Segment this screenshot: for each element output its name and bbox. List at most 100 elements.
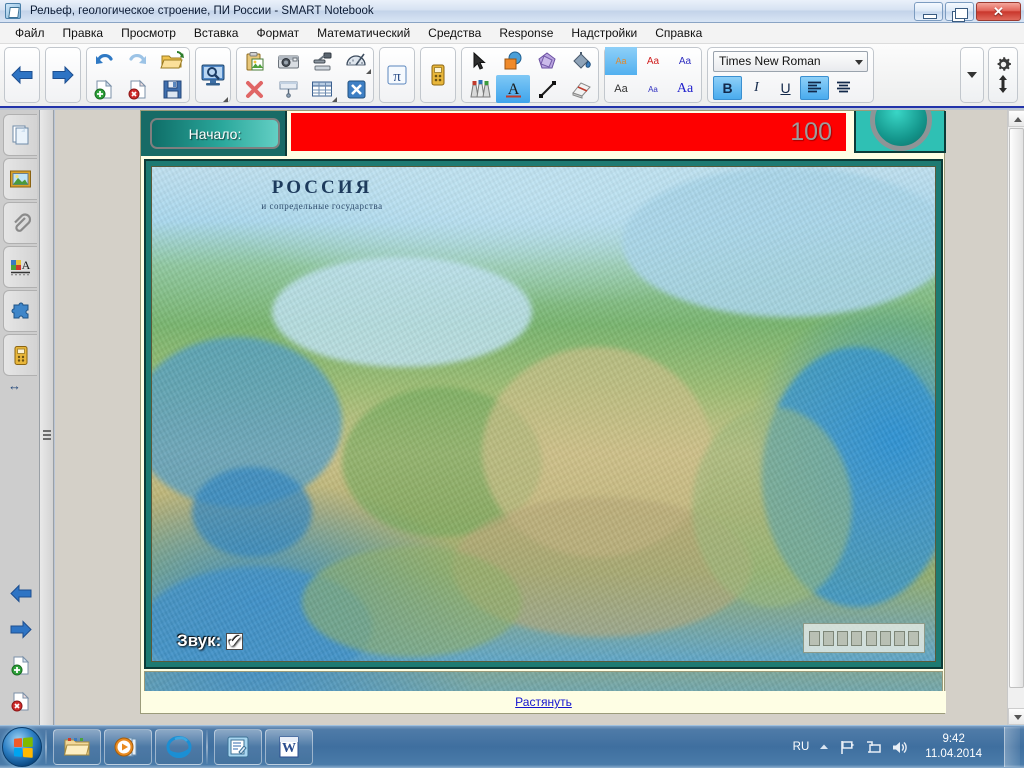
resize-horizontal-icon[interactable]: ↔ (8, 378, 21, 393)
align-center-button[interactable] (829, 76, 858, 100)
minimize-button[interactable] (914, 2, 943, 21)
media-player-icon (114, 737, 137, 757)
menu-item-insert[interactable]: Вставка (185, 24, 248, 42)
eraser-tool-button[interactable] (564, 75, 598, 103)
stretch-link[interactable]: Растянуть (515, 695, 572, 709)
open-button[interactable] (155, 47, 189, 75)
menu-item-edit[interactable]: Правка (54, 24, 113, 42)
menu-item-help[interactable]: Справка (646, 24, 711, 42)
delete-button[interactable] (237, 75, 271, 103)
align-center-icon (837, 81, 850, 93)
flag-icon[interactable] (839, 739, 856, 756)
scrollbar-thumb[interactable] (1009, 128, 1024, 688)
dropdown-caret-icon (223, 97, 228, 102)
taskbar-word-button[interactable]: W (265, 729, 313, 765)
menu-item-file[interactable]: Файл (6, 24, 54, 42)
toolbar-overflow-button[interactable] (960, 47, 984, 103)
speaker-icon[interactable] (891, 739, 908, 756)
menu-item-view[interactable]: Просмотр (112, 24, 185, 42)
menu-item-response[interactable]: Response (490, 24, 562, 42)
notebook-page[interactable]: Начало: 100 РОССИЯ и сопредельные госуда… (140, 110, 946, 714)
insert-table-button[interactable] (305, 75, 339, 103)
gear-icon[interactable] (995, 56, 1012, 73)
checkmark-icon: ✔ (227, 631, 242, 651)
taskbar-media-player-button[interactable] (104, 729, 152, 765)
taskbar-smart-notebook-button[interactable] (214, 729, 262, 765)
style-swatch-4[interactable]: Aa (605, 75, 637, 103)
document-camera-button[interactable] (305, 47, 339, 75)
delete-page-button[interactable] (121, 75, 155, 103)
line-tool-button[interactable] (530, 75, 564, 103)
word-icon: W (279, 736, 299, 758)
full-screen-button[interactable] (339, 75, 373, 103)
menu-item-math[interactable]: Математический (308, 24, 419, 42)
sidebar-tab-properties[interactable]: A (3, 246, 37, 288)
align-left-button[interactable] (800, 75, 829, 100)
window-title: Рельеф, геологическое строение, ПИ Росси… (30, 5, 374, 17)
map-image[interactable]: РОССИЯ и сопредельные государства Звук: … (151, 166, 936, 662)
network-icon[interactable] (865, 739, 882, 756)
italic-button[interactable]: I (742, 76, 771, 100)
select-tool-button[interactable] (462, 47, 496, 75)
screen-shade-button[interactable] (196, 47, 230, 103)
pens-tool-button[interactable] (462, 75, 496, 103)
save-button[interactable] (155, 75, 189, 103)
style-swatch-6[interactable]: Aa (669, 75, 701, 103)
sidebar-tab-addons[interactable] (3, 290, 37, 332)
sound-checkbox[interactable]: ✔ (226, 631, 244, 651)
canvas-vertical-scrollbar[interactable] (1007, 110, 1024, 725)
undo-button[interactable] (87, 47, 121, 75)
scroll-up-button[interactable] (1008, 110, 1024, 127)
menu-item-format[interactable]: Формат (247, 24, 308, 42)
taskbar-explorer-button[interactable] (53, 729, 101, 765)
move-vertical-icon[interactable] (996, 74, 1010, 94)
response-button[interactable] (421, 47, 455, 103)
line-icon (538, 80, 556, 98)
sidebar-tab-attachments[interactable] (3, 202, 37, 244)
chevron-up-icon[interactable] (818, 741, 830, 753)
show-desktop-button[interactable] (1004, 727, 1020, 767)
sidebar-splitter[interactable] (40, 110, 54, 725)
sidebar-tab-response[interactable] (3, 334, 37, 376)
timer-knob[interactable] (870, 110, 932, 151)
taskbar-internet-explorer-button[interactable] (155, 729, 203, 765)
screen-capture-button[interactable] (271, 47, 305, 75)
font-format-row: B I U (713, 75, 868, 100)
language-indicator[interactable]: RU (793, 741, 810, 753)
sidebar-add-page-button[interactable] (4, 647, 38, 683)
polygon-tool-button[interactable] (530, 47, 564, 75)
measurement-tools-button[interactable] (339, 47, 373, 75)
font-family-select[interactable]: Times New Roman (713, 50, 868, 72)
previous-page-button[interactable] (5, 47, 39, 103)
math-tools-button[interactable]: π (380, 47, 414, 103)
fill-tool-button[interactable] (564, 47, 598, 75)
scroll-down-button[interactable] (1008, 708, 1024, 725)
underline-button[interactable]: U (771, 76, 800, 100)
close-button[interactable]: ✕ (976, 2, 1021, 21)
close-icon: ✕ (993, 4, 1004, 19)
taskbar-clock[interactable]: 9:42 11.04.2014 (917, 732, 990, 762)
menu-item-addons[interactable]: Надстройки (562, 24, 646, 42)
sidebar-tab-gallery[interactable] (3, 158, 37, 200)
screen-shade-toggle-button[interactable] (271, 75, 305, 103)
sidebar-prev-button[interactable] (4, 575, 38, 611)
sidebar-delete-page-button[interactable] (4, 683, 38, 719)
restore-button[interactable] (945, 2, 974, 21)
next-page-button[interactable] (46, 47, 80, 103)
style-swatch-5[interactable]: Aa (637, 75, 669, 103)
menu-item-tools[interactable]: Средства (419, 24, 490, 42)
paste-button[interactable] (237, 47, 271, 75)
redo-button[interactable] (121, 47, 155, 75)
shapes-tool-button[interactable] (496, 47, 530, 75)
start-button[interactable]: Начало: (150, 118, 280, 149)
window-title-bar[interactable]: Рельеф, геологическое строение, ПИ Росси… (0, 0, 1024, 23)
text-tool-button[interactable]: A (496, 75, 530, 103)
style-swatch-3[interactable]: Aa (669, 47, 701, 75)
style-swatch-2[interactable]: Aa (637, 47, 669, 75)
sidebar-tab-page-sorter[interactable] (3, 114, 37, 156)
bold-button[interactable]: B (713, 75, 742, 100)
start-button[interactable] (2, 727, 42, 767)
style-swatch-1[interactable]: Aa (605, 47, 637, 75)
new-page-button[interactable] (87, 75, 121, 103)
sidebar-next-button[interactable] (4, 611, 38, 647)
